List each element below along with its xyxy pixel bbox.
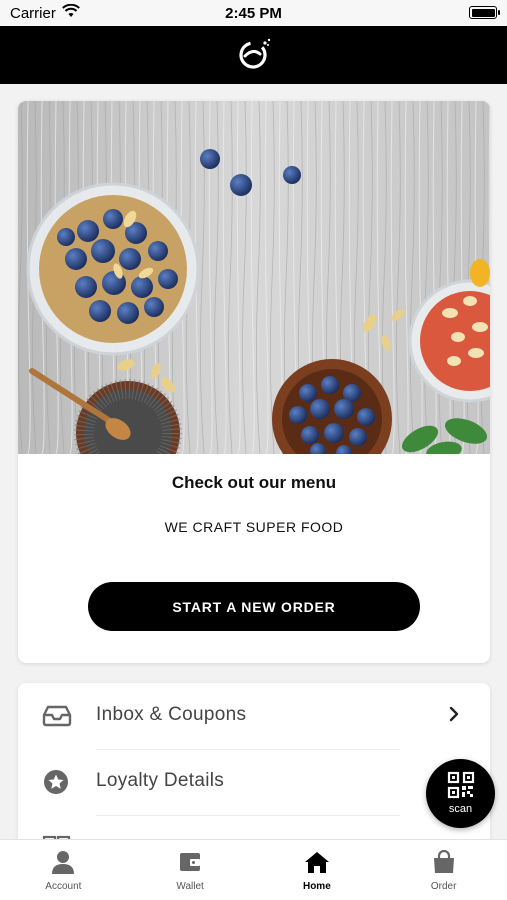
- battery-icon: [469, 6, 500, 19]
- scan-button[interactable]: scan: [426, 759, 495, 828]
- menu-item-label: Loyalty Details: [96, 770, 225, 791]
- scan-label: scan: [448, 803, 473, 815]
- tab-label: Order: [430, 881, 457, 892]
- brand-logo-icon: [239, 38, 271, 69]
- promo-title: Check out our menu: [171, 473, 337, 492]
- tab-label: Home: [302, 881, 331, 892]
- promo-card: Check out our menu WE CRAFT SUPER FOOD S…: [18, 101, 490, 663]
- tab-order[interactable]: Order: [380, 840, 507, 900]
- home-icon: [304, 852, 329, 873]
- shopping-bag-icon: [433, 850, 454, 873]
- start-new-order-button[interactable]: START A NEW ORDER: [88, 582, 420, 631]
- menu-item-inbox-coupons[interactable]: Inbox & Coupons: [18, 683, 490, 749]
- menu-list: Inbox & Coupons Loyalty Details: [18, 683, 490, 863]
- tab-account[interactable]: Account: [0, 840, 127, 900]
- status-time: 2:45 PM: [225, 5, 282, 22]
- star-badge-icon: [44, 770, 68, 794]
- tab-home[interactable]: Home: [254, 840, 381, 900]
- bottom-tab-bar: Account Wallet Home Order: [0, 839, 507, 900]
- hero-food-image: [18, 101, 490, 454]
- menu-item-loyalty-details[interactable]: Loyalty Details: [18, 749, 490, 815]
- qr-code-icon: [447, 771, 475, 799]
- wallet-icon: [180, 853, 201, 871]
- tab-label: Account: [45, 881, 82, 892]
- app-header: [0, 26, 507, 84]
- person-icon: [52, 851, 75, 874]
- menu-item-label: Inbox & Coupons: [96, 704, 247, 725]
- tab-wallet[interactable]: Wallet: [127, 840, 254, 900]
- tab-label: Wallet: [176, 881, 204, 892]
- promo-subtitle: WE CRAFT SUPER FOOD: [164, 519, 344, 535]
- chevron-right-icon: [449, 706, 459, 722]
- inbox-icon: [42, 705, 72, 727]
- status-bar: Carrier 2:45 PM: [0, 0, 507, 26]
